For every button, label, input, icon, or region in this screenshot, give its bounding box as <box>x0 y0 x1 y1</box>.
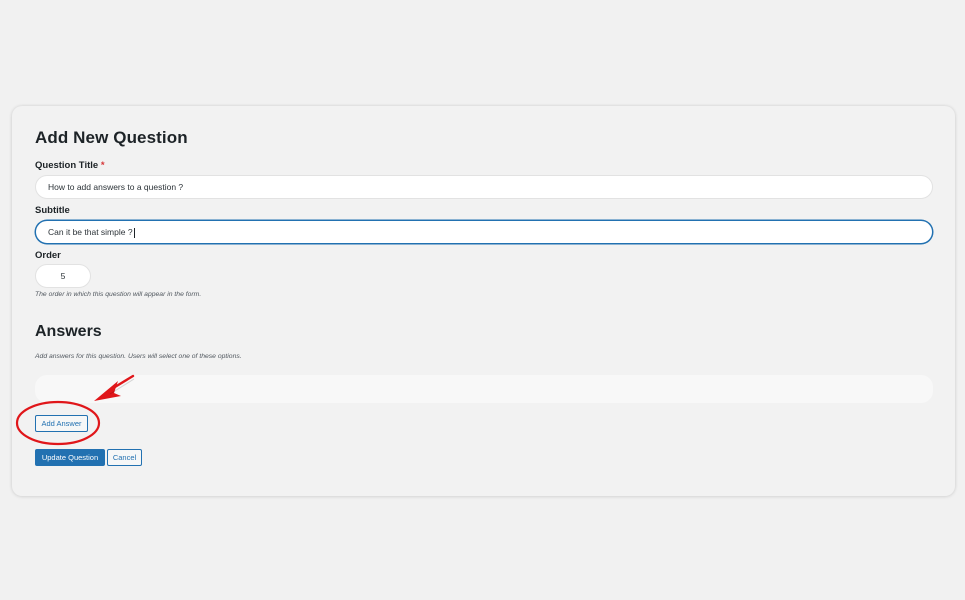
update-question-button[interactable]: Update Question <box>35 449 105 466</box>
text-caret <box>133 227 135 238</box>
question-title-label: Question Title * <box>35 160 105 171</box>
subtitle-value: Can it be that simple ? <box>48 227 133 237</box>
required-mark: * <box>100 160 105 171</box>
answers-title: Answers <box>35 323 102 340</box>
order-input[interactable]: 5 <box>35 264 91 288</box>
order-value: 5 <box>60 271 66 281</box>
question-form-card: Add New Question Question Title * How to… <box>12 106 955 496</box>
question-title-value: How to add answers to a question ? <box>48 182 184 192</box>
answers-description: Add answers for this question. Users wil… <box>35 353 242 360</box>
order-description: The order in which this question will ap… <box>35 291 202 298</box>
subtitle-label: Subtitle <box>35 205 70 216</box>
cancel-button[interactable]: Cancel <box>107 449 142 466</box>
add-answer-button[interactable]: Add Answer <box>35 415 88 432</box>
subtitle-input[interactable]: Can it be that simple ? <box>35 220 933 244</box>
answers-list <box>35 375 933 403</box>
order-label: Order <box>35 250 61 261</box>
question-title-label-text: Question Title <box>35 160 99 171</box>
question-title-input[interactable]: How to add answers to a question ? <box>35 175 933 199</box>
page-title: Add New Question <box>35 128 188 147</box>
